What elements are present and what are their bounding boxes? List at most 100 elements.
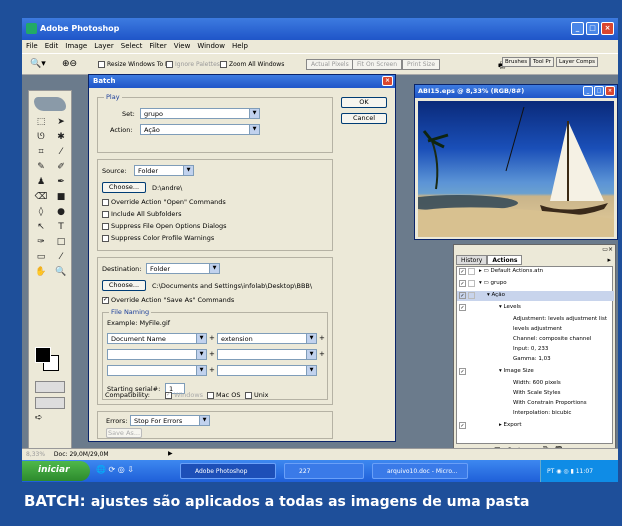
print-size-button[interactable]: Print Size (402, 59, 441, 70)
menu-filter[interactable]: Filter (149, 42, 166, 53)
batch-dialog: Batch × OK Cancel Play Set: grupo ▼ Actio… (88, 74, 396, 442)
naming-field-4[interactable]: ▼ (217, 349, 317, 360)
slice-tool-icon[interactable]: ⁄ (53, 147, 69, 160)
magic-wand-icon[interactable]: ✱ (53, 132, 69, 145)
start-button[interactable]: iniciar (22, 461, 90, 481)
compat-unix-checkbox[interactable]: Unix (245, 391, 269, 399)
history-tab[interactable]: History (456, 255, 488, 265)
maximize-icon[interactable]: □ (594, 86, 604, 96)
compat-windows-checkbox[interactable]: Windows (165, 391, 203, 399)
list-item[interactable]: ✓ ▾ Ação (457, 291, 614, 301)
naming-field-5[interactable]: ▼ (107, 365, 207, 376)
menu-edit[interactable]: Edit (45, 42, 59, 53)
menu-layer[interactable]: Layer (94, 42, 114, 53)
type-tool-icon[interactable]: T (53, 222, 69, 235)
menu-view[interactable]: View (174, 42, 191, 53)
brush-tool-icon[interactable]: ✐ (53, 162, 69, 175)
hand-tool-icon[interactable]: ✋ (33, 267, 49, 280)
task-photoshop[interactable]: Adobe Photoshop (180, 463, 276, 479)
include-subfolders-checkbox[interactable]: Include All Subfolders (102, 210, 181, 218)
menu-window[interactable]: Window (197, 42, 225, 53)
list-item[interactable]: ✓ ▾ Levels (457, 303, 614, 313)
list-item[interactable]: ✓ ▾ ▭ grupo (457, 279, 614, 289)
marquee-tool-icon[interactable]: ⬚ (33, 117, 49, 130)
action-select[interactable]: Ação ▼ (140, 124, 260, 135)
naming-field-3[interactable]: ▼ (107, 349, 207, 360)
brushes-tab[interactable]: Brushes (502, 57, 531, 67)
zoom-all-windows-checkbox[interactable]: Zoom All Windows (220, 61, 284, 68)
eyedropper-icon[interactable]: ⁄ (53, 252, 69, 265)
naming-field-1[interactable]: Document Name ▼ (107, 333, 207, 344)
menu-file[interactable]: File (26, 42, 38, 53)
task-word[interactable]: arquivo10.doc - Micro... (372, 463, 468, 479)
close-icon[interactable]: × (605, 86, 615, 96)
list-item[interactable]: ✓ ▸ ▭ Default Actions.atn (457, 267, 614, 277)
tray-icons[interactable]: ◉ ◎ ▮ (556, 468, 576, 475)
tool-presets-tab[interactable]: Tool Pr (530, 57, 554, 67)
maximize-icon[interactable]: □ (586, 22, 599, 35)
jump-to-imageready-icon[interactable]: ➪ (35, 413, 65, 425)
override-open-checkbox[interactable]: Override Action "Open" Commands (102, 198, 226, 206)
resize-windows-checkbox[interactable]: Resize Windows To Fit (98, 61, 172, 68)
minimize-icon[interactable]: _ (583, 86, 593, 96)
app-title-bar: Adobe Photoshop _ □ × (22, 18, 618, 40)
screen-mode-icon[interactable] (35, 397, 65, 409)
status-arrow-icon[interactable]: ▶ (168, 450, 173, 457)
suppress-color-warnings-checkbox[interactable]: Suppress Color Profile Warnings (102, 234, 214, 242)
crop-tool-icon[interactable]: ⌗ (33, 147, 49, 160)
ok-button[interactable]: OK (341, 97, 387, 108)
set-select[interactable]: grupo ▼ (140, 108, 260, 119)
naming-field-6[interactable]: ▼ (217, 365, 317, 376)
minimize-icon[interactable]: _ (571, 22, 584, 35)
eraser-tool-icon[interactable]: ⌫ (33, 192, 49, 205)
destination-select[interactable]: Folder ▼ (146, 263, 220, 274)
fit-on-screen-button[interactable]: Fit On Screen (352, 59, 403, 70)
task-folder[interactable]: 227 (284, 463, 364, 479)
clone-stamp-icon[interactable]: ♟ (33, 177, 49, 190)
ignore-palettes-checkbox[interactable]: Ignore Palettes (166, 61, 220, 68)
move-tool-icon[interactable]: ➤ (53, 117, 69, 130)
zoom-tool-icon-box[interactable]: 🔍 (53, 267, 69, 280)
zoom-level[interactable]: 8,33% (26, 451, 52, 458)
quick-launch-icons[interactable]: 🌐 ⟳ ◎ ⇩ (96, 465, 134, 474)
destination-choose-button[interactable]: Choose... (102, 280, 146, 291)
quick-mask-icon[interactable] (35, 381, 65, 393)
actions-tab[interactable]: Actions (487, 255, 523, 265)
language-indicator[interactable]: PT (547, 468, 554, 475)
palette-menu-icon[interactable]: ▸ (607, 256, 611, 264)
history-brush-icon[interactable]: ✒ (53, 177, 69, 190)
pen-tool-icon[interactable]: ✑ (33, 237, 49, 250)
compat-macos-checkbox[interactable]: Mac OS (207, 391, 240, 399)
cancel-button[interactable]: Cancel (341, 113, 387, 124)
list-item[interactable]: ✓ ▸ Export (457, 421, 614, 431)
dialog-close-icon[interactable]: × (382, 76, 393, 86)
close-icon[interactable]: × (601, 22, 614, 35)
palette-close-icon[interactable]: ▭× (602, 246, 613, 253)
suppress-open-options-checkbox[interactable]: Suppress File Open Options Dialogs (102, 222, 226, 230)
blur-tool-icon[interactable]: ◊ (33, 207, 49, 220)
zoom-tool-icon[interactable]: 🔍▾ (30, 59, 46, 69)
source-select[interactable]: Folder ▼ (134, 165, 194, 176)
app-title: Adobe Photoshop (40, 24, 120, 33)
errors-select[interactable]: Stop For Errors ▼ (130, 415, 210, 426)
override-save-as-checkbox[interactable]: Override Action "Save As" Commands (102, 296, 234, 304)
notes-tool-icon[interactable]: ▭ (33, 252, 49, 265)
healing-brush-icon[interactable]: ✎ (33, 162, 49, 175)
naming-field-2[interactable]: extension ▼ (217, 333, 317, 344)
actual-pixels-button[interactable]: Actual Pixels (306, 59, 354, 70)
source-choose-button[interactable]: Choose... (102, 182, 146, 193)
zoom-in-out-icon[interactable]: ⊕⊖ (62, 59, 77, 69)
save-as-button[interactable]: Save As... (106, 428, 142, 438)
list-item[interactable]: ✓ ▾ Image Size (457, 367, 614, 377)
menu-image[interactable]: Image (65, 42, 87, 53)
foreground-color-swatch[interactable] (35, 347, 51, 363)
layer-comps-tab[interactable]: Layer Comps (556, 57, 599, 67)
list-item: Input: 0, 233 (513, 346, 549, 352)
dodge-tool-icon[interactable]: ● (53, 207, 69, 220)
shape-tool-icon[interactable]: □ (53, 237, 69, 250)
path-select-icon[interactable]: ↖ (33, 222, 49, 235)
menu-select[interactable]: Select (121, 42, 143, 53)
lasso-tool-icon[interactable]: ᘎ (33, 132, 49, 145)
gradient-tool-icon[interactable]: ■ (53, 192, 69, 205)
menu-help[interactable]: Help (232, 42, 248, 53)
